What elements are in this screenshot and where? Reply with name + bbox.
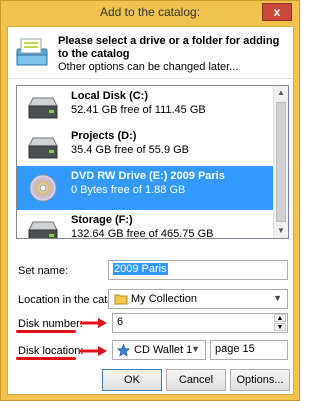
drive-item-d[interactable]: Projects (D:) 35.4 GB free of 55.9 GB — [17, 126, 275, 170]
title-bar[interactable]: Add to the catalog: x — [1, 1, 299, 25]
disk-location-select[interactable]: CD Wallet 1 ▼ — [112, 340, 206, 360]
dialog-body: Please select a drive or a folder for ad… — [7, 26, 294, 395]
drive-list-scrollbar[interactable]: ▲ ▼ — [273, 86, 288, 238]
hard-drive-icon — [28, 137, 58, 159]
instruction-subtitle: Other options can be changed later... — [58, 61, 239, 73]
optical-disc-icon — [29, 174, 57, 202]
disk-location-page-value: page 15 — [215, 343, 255, 355]
drive-item-c[interactable]: Local Disk (C:) 52.41 GB free of 111.45 … — [17, 86, 275, 130]
location-value: My Collection — [131, 293, 198, 305]
red-underline-disk-location — [16, 357, 76, 360]
drive-free-space: 52.41 GB free of 111.45 GB — [71, 104, 206, 116]
dialog-title: Add to the catalog: — [99, 5, 201, 19]
red-arrow-icon — [80, 346, 107, 356]
set-name-label: Set name: — [18, 265, 69, 277]
red-underline-disk-number — [16, 330, 76, 333]
disk-location-label: Disk location: — [18, 345, 84, 357]
scroll-down-arrow-icon[interactable]: ▼ — [274, 224, 288, 238]
cancel-button[interactable]: Cancel — [166, 369, 226, 391]
set-name-input[interactable]: 2009 Paris — [108, 260, 288, 280]
drive-free-space: 0 Bytes free of 1.88 GB — [71, 184, 186, 196]
drive-item-e[interactable]: DVD RW Drive (E:) 2009 Paris 0 Bytes fre… — [17, 166, 275, 210]
drive-name: DVD RW Drive (E:) 2009 Paris — [71, 170, 225, 182]
disk-location-value: CD Wallet 1 — [134, 344, 193, 356]
disk-number-stepper[interactable]: 6 ▲ ▼ — [112, 313, 288, 333]
drive-name: Storage (F:) — [71, 214, 133, 226]
stepper-down-icon[interactable]: ▼ — [274, 323, 286, 331]
instruction-header: Please select a drive or a folder for ad… — [8, 27, 293, 79]
options-button[interactable]: Options... — [230, 369, 290, 391]
drive-item-f[interactable]: Storage (F:) 132.64 GB free of 465.75 GB — [17, 210, 275, 239]
ok-button[interactable]: OK — [102, 369, 162, 391]
drive-free-space: 132.64 GB free of 465.75 GB — [71, 228, 214, 239]
drive-name: Local Disk (C:) — [71, 90, 149, 102]
hard-drive-icon — [28, 97, 58, 119]
drive-free-space: 35.4 GB free of 55.9 GB — [71, 144, 190, 156]
instruction-title: Please select a drive or a folder for ad… — [58, 35, 280, 60]
disk-number-value: 6 — [117, 316, 124, 328]
set-name-value: 2009 Paris — [113, 263, 168, 275]
folder-icon — [114, 294, 128, 305]
hard-drive-icon — [28, 221, 58, 238]
scroll-thumb[interactable] — [276, 102, 286, 222]
drive-name: Projects (D:) — [71, 130, 137, 142]
chevron-down-icon: ▼ — [273, 293, 282, 303]
disk-number-label: Disk number: — [18, 318, 83, 330]
disk-location-page-input[interactable]: page 15 — [210, 340, 288, 360]
add-to-catalog-dialog: Add to the catalog: x Please select a dr… — [0, 0, 300, 401]
red-arrow-icon — [80, 318, 107, 328]
folder-drive-icon — [16, 38, 48, 66]
stepper-up-icon[interactable]: ▲ — [274, 314, 286, 322]
chevron-down-icon: ▼ — [191, 344, 200, 354]
location-select[interactable]: My Collection ▼ — [108, 289, 288, 309]
close-button[interactable]: x — [262, 3, 292, 21]
star-icon — [117, 344, 130, 357]
scroll-up-arrow-icon[interactable]: ▲ — [274, 86, 288, 100]
drive-list[interactable]: Local Disk (C:) 52.41 GB free of 111.45 … — [16, 85, 289, 239]
